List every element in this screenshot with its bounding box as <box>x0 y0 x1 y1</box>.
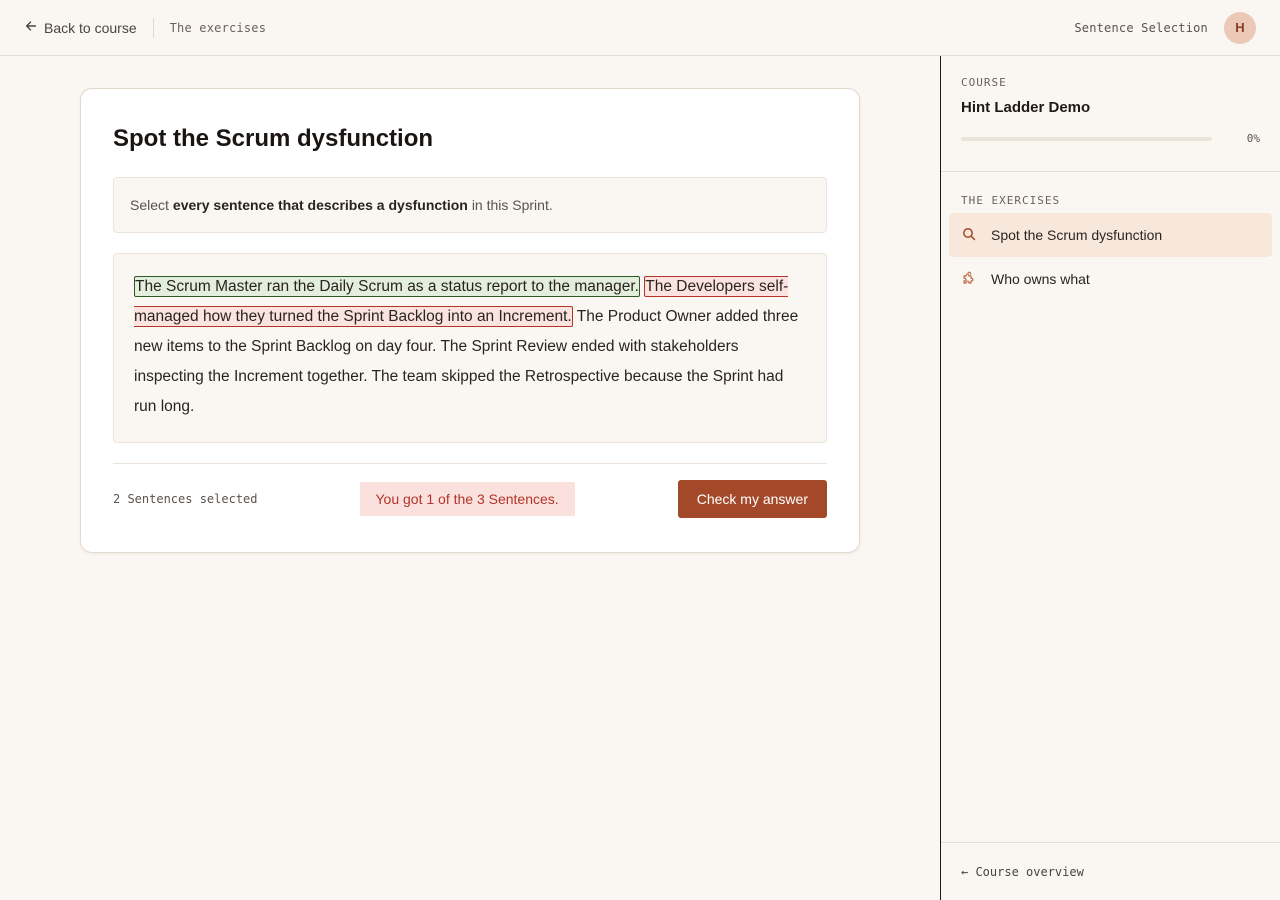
course-overview-link[interactable]: ← Course overview <box>941 842 1280 900</box>
course-kicker: COURSE <box>961 76 1007 89</box>
progress-row: 0% <box>961 132 1260 145</box>
avatar[interactable]: H <box>1224 11 1256 44</box>
search-icon <box>961 226 977 245</box>
breadcrumb[interactable]: The exercises <box>170 21 267 35</box>
selection-count: 2 Sentences selected <box>113 491 258 506</box>
course-sidebar: COURSE Hint Ladder Demo 0% THE EXERCISES… <box>940 56 1280 900</box>
progress-bar <box>961 136 1212 141</box>
card-footer: 2 Sentences selected You got 1 of the 3 … <box>113 463 827 518</box>
instruction-emphasis: every sentence that describes a dysfunct… <box>172 197 468 213</box>
instruction-text-start: Select <box>130 197 169 213</box>
exercises-kicker: THE EXERCISES <box>961 194 1061 207</box>
progress-percent: 0% <box>1246 132 1260 145</box>
instruction-text-end: in this Sprint. <box>471 197 553 213</box>
exercise-item-who-owns-what[interactable]: Who owns what <box>949 257 1272 301</box>
divider <box>152 17 154 38</box>
exercise-item-spot-dysfunction[interactable]: Spot the Scrum dysfunction <box>949 213 1272 257</box>
exercise-item-label: Spot the Scrum dysfunction <box>991 227 1163 243</box>
exercise-card: Spot the Scrum dysfunction Select every … <box>80 88 860 553</box>
course-name: Hint Ladder Demo <box>961 99 1091 116</box>
top-bar: Back to course The exercises Sentence Se… <box>0 0 1280 56</box>
result-badge: You got 1 of the 3 Sentences. <box>359 481 575 516</box>
course-info: COURSE Hint Ladder Demo 0% <box>941 56 1280 172</box>
arrow-left-icon <box>24 19 38 36</box>
back-to-course-label: Back to course <box>44 19 137 36</box>
back-to-course-link[interactable]: Back to course <box>24 19 137 36</box>
exercise-type-label: Sentence Selection <box>1074 20 1208 35</box>
sentence-1[interactable]: The Scrum Master ran the Daily Scrum as … <box>134 276 640 297</box>
passage: The Scrum Master ran the Daily Scrum as … <box>113 253 827 443</box>
exercise-list: Spot the Scrum dysfunction Who owns what <box>941 207 1280 301</box>
puzzle-icon <box>961 270 977 289</box>
exercise-title: Spot the Scrum dysfunction <box>113 125 434 152</box>
check-answer-button[interactable]: Check my answer <box>677 479 827 518</box>
instruction-box: Select every sentence that describes a d… <box>113 177 827 233</box>
exercise-item-label: Who owns what <box>991 271 1090 287</box>
